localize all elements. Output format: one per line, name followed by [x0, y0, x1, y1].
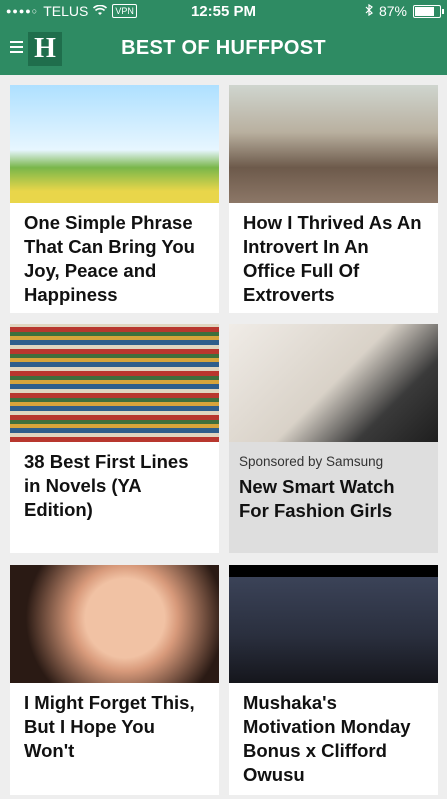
huffpost-logo[interactable]: H	[28, 32, 62, 66]
battery-icon	[413, 4, 444, 18]
article-card[interactable]: Mushaka's Motivation Monday Bonus x Clif…	[229, 565, 438, 795]
article-thumbnail[interactable]	[229, 85, 438, 203]
status-bar: ●●●●○ TELUS VPN 12:55 PM 87%	[0, 0, 447, 23]
sponsored-card[interactable]: Sponsored by Samsung New Smart Watch For…	[229, 324, 438, 553]
bluetooth-icon	[365, 3, 373, 19]
article-headline[interactable]: Mushaka's Motivation Monday Bonus x Clif…	[229, 683, 438, 787]
video-thumbnail[interactable]	[229, 565, 438, 683]
page-title: BEST OF HUFFPOST	[121, 37, 326, 59]
article-thumbnail[interactable]	[10, 85, 219, 203]
article-card[interactable]: How I Thrived As An Introvert In An Offi…	[229, 85, 438, 313]
sponsored-label: Sponsored by Samsung	[239, 454, 384, 469]
battery-percent: 87%	[378, 3, 407, 19]
article-thumbnail[interactable]	[10, 565, 219, 683]
top-nav-bar: H BEST OF HUFFPOST	[0, 23, 447, 75]
hamburger-menu-icon[interactable]	[10, 41, 23, 53]
article-headline[interactable]: How I Thrived As An Introvert In An Offi…	[229, 203, 438, 307]
sponsored-thumbnail[interactable]	[229, 324, 438, 442]
article-headline[interactable]: I Might Forget This, But I Hope You Won'…	[10, 683, 219, 763]
article-card[interactable]: One Simple Phrase That Can Bring You Joy…	[10, 85, 219, 313]
article-thumbnail[interactable]	[10, 324, 219, 442]
sponsored-headline[interactable]: New Smart Watch For Fashion Girls	[229, 469, 438, 523]
article-card[interactable]: I Might Forget This, But I Hope You Won'…	[10, 565, 219, 795]
article-headline[interactable]: One Simple Phrase That Can Bring You Joy…	[10, 203, 219, 307]
article-headline[interactable]: 38 Best First Lines in Novels (YA Editio…	[10, 442, 219, 522]
article-card[interactable]: 38 Best First Lines in Novels (YA Editio…	[10, 324, 219, 553]
